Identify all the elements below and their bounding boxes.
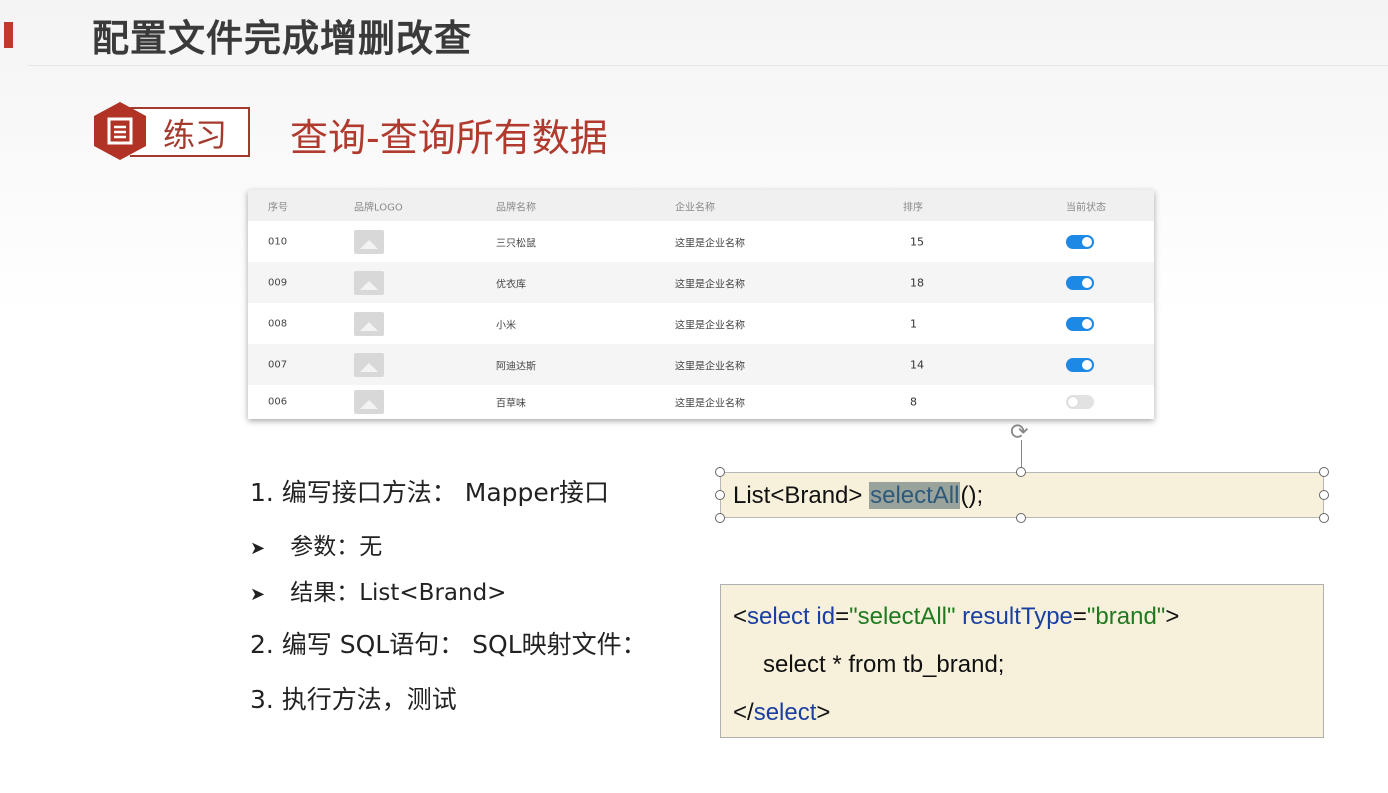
step-3: 3. 执行方法，测试 bbox=[250, 685, 457, 714]
row-id: 008 bbox=[268, 318, 288, 329]
table-row: 010 三只松鼠 这里是企业名称 15 bbox=[248, 221, 1154, 262]
column-header-id: 序号 bbox=[268, 202, 288, 213]
table-row: 006 百草味 这里是企业名称 8 bbox=[248, 385, 1154, 419]
code-method-name: selectAll bbox=[869, 482, 961, 509]
step-2: 2. 编写 SQL语句： SQL映射文件： bbox=[250, 630, 647, 659]
resize-handle[interactable] bbox=[715, 513, 725, 523]
row-company: 这里是企业名称 bbox=[675, 398, 745, 410]
row-brand: 百草味 bbox=[496, 398, 526, 410]
row-brand: 阿迪达斯 bbox=[496, 361, 536, 372]
image-placeholder-icon bbox=[354, 270, 384, 295]
row-id: 007 bbox=[268, 359, 288, 370]
sub-item-result: ➤ 结果：List<Brand> bbox=[250, 573, 506, 607]
document-icon bbox=[94, 102, 146, 160]
section-title: 查询-查询所有数据 bbox=[290, 116, 608, 160]
table-row: 009 优衣库 这里是企业名称 18 bbox=[248, 262, 1154, 303]
row-company: 这里是企业名称 bbox=[675, 238, 745, 249]
code-token: = bbox=[835, 603, 850, 630]
row-brand: 小米 bbox=[496, 320, 516, 331]
column-header-sort: 排序 bbox=[903, 202, 923, 213]
code-token: </ bbox=[733, 699, 754, 726]
row-sort: 14 bbox=[910, 358, 924, 371]
code-string: "selectAll" bbox=[849, 603, 956, 630]
code-line-1: <select id="selectAll" resultType="brand… bbox=[733, 603, 1179, 631]
status-toggle[interactable] bbox=[1066, 357, 1094, 372]
column-header-company: 企业名称 bbox=[675, 202, 715, 213]
bullet-arrow-icon: ➤ bbox=[250, 538, 266, 559]
step-1: 1. 编写接口方法： Mapper接口 bbox=[250, 478, 610, 507]
code-attr: resultType bbox=[955, 603, 1073, 630]
column-header-status: 当前状态 bbox=[1066, 202, 1106, 213]
params-text: 参数：无 bbox=[290, 534, 383, 560]
code-token: = bbox=[1072, 603, 1087, 630]
column-header-logo: 品牌LOGO bbox=[354, 202, 403, 213]
interface-method-code[interactable]: List<Brand> selectAll(); bbox=[720, 472, 1324, 518]
row-company: 这里是企业名称 bbox=[675, 279, 745, 290]
result-text: 结果：List<Brand> bbox=[290, 580, 507, 606]
code-line-2: select * from tb_brand; bbox=[763, 651, 1005, 678]
image-placeholder-icon bbox=[354, 352, 384, 377]
row-sort: 15 bbox=[910, 235, 924, 248]
table-row: 007 阿迪达斯 这里是企业名称 14 bbox=[248, 344, 1154, 385]
resize-handle[interactable] bbox=[1016, 513, 1026, 523]
code-attr: id bbox=[809, 603, 836, 630]
code-return-type: List<Brand> bbox=[733, 482, 870, 509]
resize-handle[interactable] bbox=[1319, 490, 1329, 500]
table-header-row: 序号 品牌LOGO 品牌名称 企业名称 排序 当前状态 bbox=[248, 190, 1154, 221]
row-id: 009 bbox=[268, 277, 288, 288]
rotate-handle-icon[interactable]: ⟳ bbox=[1010, 420, 1028, 445]
status-toggle[interactable] bbox=[1066, 275, 1094, 290]
brand-table: 序号 品牌LOGO 品牌名称 企业名称 排序 当前状态 010 三只松鼠 这里是… bbox=[248, 190, 1154, 419]
row-company: 这里是企业名称 bbox=[675, 361, 745, 372]
code-token: > bbox=[1165, 603, 1180, 630]
resize-handle[interactable] bbox=[1319, 513, 1329, 523]
code-line-3: </select> bbox=[733, 699, 830, 727]
row-id: 010 bbox=[268, 236, 288, 247]
image-placeholder-icon bbox=[354, 390, 384, 414]
code-token: < bbox=[733, 603, 748, 630]
row-sort: 18 bbox=[910, 276, 924, 289]
table-row: 008 小米 这里是企业名称 1 bbox=[248, 303, 1154, 344]
code-string: "brand" bbox=[1086, 603, 1166, 630]
resize-handle[interactable] bbox=[715, 490, 725, 500]
status-toggle[interactable] bbox=[1066, 395, 1094, 409]
row-company: 这里是企业名称 bbox=[675, 320, 745, 331]
column-header-brand: 品牌名称 bbox=[496, 202, 536, 213]
status-toggle[interactable] bbox=[1066, 316, 1094, 331]
code-method-parens: (); bbox=[960, 482, 984, 509]
image-placeholder-icon bbox=[354, 311, 384, 336]
page-title: 配置文件完成增删改查 bbox=[92, 17, 472, 60]
status-toggle[interactable] bbox=[1066, 234, 1094, 249]
resize-handle[interactable] bbox=[1016, 467, 1026, 477]
resize-handle[interactable] bbox=[1319, 467, 1329, 477]
code-token: > bbox=[816, 699, 831, 726]
bullet-arrow-icon: ➤ bbox=[250, 584, 266, 605]
sql-mapping-code: <select id="selectAll" resultType="brand… bbox=[720, 584, 1324, 738]
code-keyword: select bbox=[747, 603, 810, 630]
badge-label: 练习 bbox=[163, 116, 228, 154]
resize-handle[interactable] bbox=[715, 467, 725, 477]
row-brand: 优衣库 bbox=[496, 279, 526, 290]
row-sort: 1 bbox=[910, 317, 917, 330]
accent-bar bbox=[4, 22, 13, 48]
sub-item-params: ➤ 参数：无 bbox=[250, 527, 382, 561]
code-keyword: select bbox=[753, 699, 817, 726]
title-divider bbox=[28, 65, 1388, 66]
row-sort: 8 bbox=[910, 395, 917, 409]
row-id: 006 bbox=[268, 396, 288, 408]
row-brand: 三只松鼠 bbox=[496, 238, 536, 249]
image-placeholder-icon bbox=[354, 229, 384, 254]
